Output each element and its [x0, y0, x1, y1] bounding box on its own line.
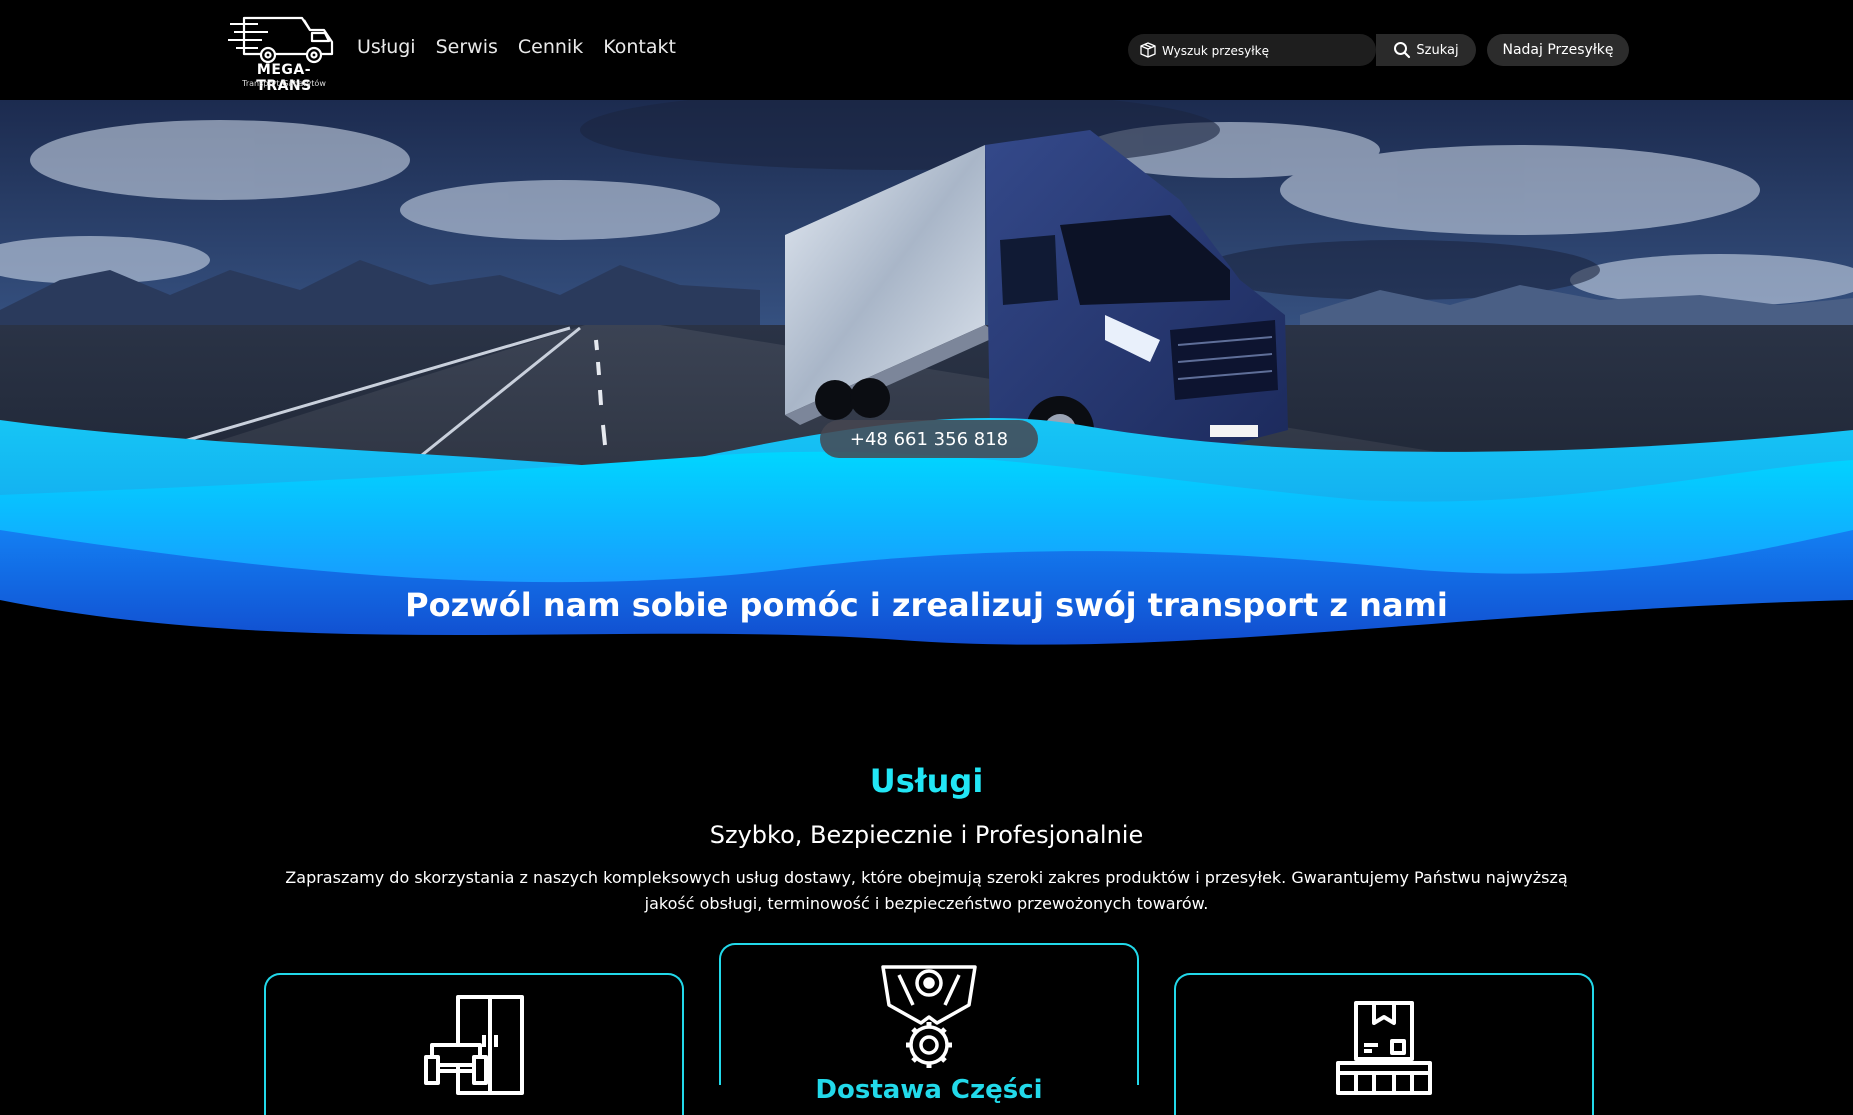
engine-icon — [881, 965, 977, 1068]
nav-item-kontakt[interactable]: Kontakt — [603, 36, 676, 58]
nav-item-uslugi[interactable]: Usługi — [357, 36, 416, 58]
hero-image — [0, 100, 1853, 730]
search-button-label: Szukaj — [1416, 42, 1459, 58]
services-title: Usługi — [869, 762, 984, 800]
package-icon — [1140, 42, 1156, 58]
van-logo-icon — [228, 16, 334, 64]
service-card-furniture[interactable] — [264, 973, 684, 1115]
send-package-button[interactable]: Nadaj Przesyłkę — [1487, 34, 1629, 66]
service-card-parts[interactable]: Dostawa Części — [719, 943, 1139, 1105]
service-card-label: Dostawa Części — [815, 1075, 1043, 1105]
services-description: Zapraszamy do skorzystania z naszych kom… — [285, 868, 1568, 913]
phone-number-button[interactable]: +48 661 356 818 — [820, 420, 1038, 458]
site-header: MEGA-TRANS Transport Gabarytów Usługi Se… — [0, 0, 1853, 100]
pallet-box-icon — [1336, 1001, 1432, 1095]
furniture-icon — [424, 995, 524, 1095]
logo[interactable]: MEGA-TRANS Transport Gabarytów — [228, 8, 340, 94]
hero-banner: +48 661 356 818 Pozwól nam sobie pomóc i… — [0, 100, 1853, 730]
search-button[interactable]: Szukaj — [1376, 34, 1476, 66]
nav-item-serwis[interactable]: Serwis — [436, 36, 498, 58]
nav-item-cennik[interactable]: Cennik — [518, 36, 583, 58]
search-icon — [1394, 42, 1411, 59]
services-subtitle: Szybko, Bezpiecznie i Profesjonalnie — [709, 821, 1144, 849]
tracking-search-input[interactable] — [1160, 34, 1376, 66]
main-nav: Usługi Serwis Cennik Kontakt — [357, 36, 676, 58]
tracking-search — [1128, 34, 1376, 66]
logo-subtitle: Transport Gabarytów — [242, 79, 326, 88]
logo-title: MEGA-TRANS — [256, 62, 312, 94]
hero-title: Pozwól nam sobie pomóc i zrealizuj swój … — [405, 586, 1448, 624]
service-card-pallet[interactable] — [1174, 973, 1594, 1115]
